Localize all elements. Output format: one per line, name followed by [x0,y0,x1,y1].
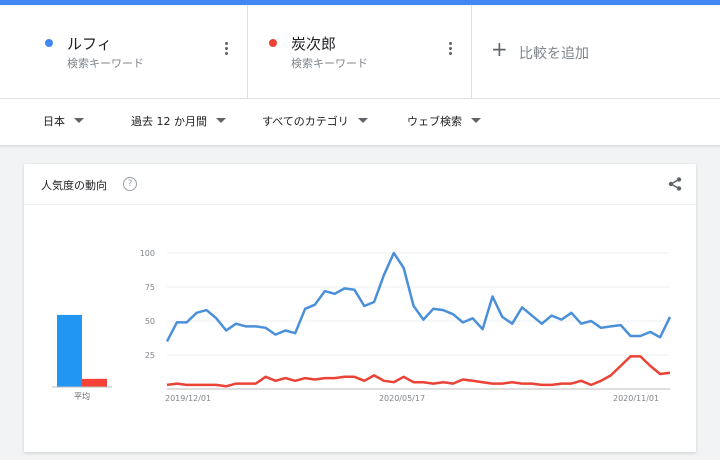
filter-bar: 日本 過去 12 か月間 すべてのカテゴリ ウェブ検索 [0,99,720,146]
trends-chart: 100 75 50 25 2019/12/01 2020/05/17 2020/11/01 [52,249,672,403]
more-vert-icon[interactable] [449,42,453,58]
search-term-name-2[interactable]: 炭次郎 [291,33,336,54]
category-filter-dropdown[interactable]: すべてのカテゴリ [262,115,368,129]
dropdown-arrow-icon [74,118,84,123]
search-term-type-2: 検索キーワード [291,57,368,70]
region-filter-dropdown[interactable]: 日本 [43,115,84,129]
search-term-name-1[interactable]: ルフィ [67,33,112,54]
plus-icon: + [491,37,508,61]
y-tick-label: 50 [145,317,155,326]
search-term-card-1[interactable]: ルフィ 検索キーワード [0,5,248,98]
search-type-filter-dropdown[interactable]: ウェブ検索 [407,115,481,129]
category-filter-label: すべてのカテゴリ [262,115,349,128]
average-label: 平均 [74,392,90,401]
series-color-dot-1 [45,39,53,47]
comparison-terms-bar: ルフィ 検索キーワード 炭次郎 検索キーワード + 比較を追加 [0,5,720,99]
dropdown-arrow-icon [357,118,368,123]
search-type-filter-label: ウェブ検索 [407,115,462,128]
average-bar-2 [82,378,107,387]
y-tick-label: 100 [140,249,155,258]
add-comparison-label: 比較を追加 [519,46,589,62]
y-tick-label: 25 [145,351,155,360]
interest-over-time-card: 人気度の動向 ? 100 75 50 25 2019/12/01 2020/05/17 2… [24,164,696,452]
period-filter-dropdown[interactable]: 過去 12 か月間 [131,115,226,129]
series-color-dot-2 [269,39,277,47]
average-bar-1 [57,314,82,387]
add-comparison-button[interactable]: + 比較を追加 [472,5,720,98]
y-tick-label: 75 [145,283,155,292]
search-term-type-1: 検索キーワード [67,57,144,70]
x-tick-label: 2020/05/17 [379,394,425,403]
x-tick-label: 2020/11/01 [613,394,659,403]
region-filter-label: 日本 [43,115,65,128]
dropdown-arrow-icon [471,118,481,123]
series-line-2 [166,355,671,388]
more-vert-icon[interactable] [225,42,229,58]
series-line-1 [165,251,672,342]
dropdown-arrow-icon [216,118,226,123]
period-filter-label: 過去 12 か月間 [131,115,207,128]
x-tick-label: 2019/12/01 [165,394,211,403]
search-term-card-2[interactable]: 炭次郎 検索キーワード [248,5,472,98]
